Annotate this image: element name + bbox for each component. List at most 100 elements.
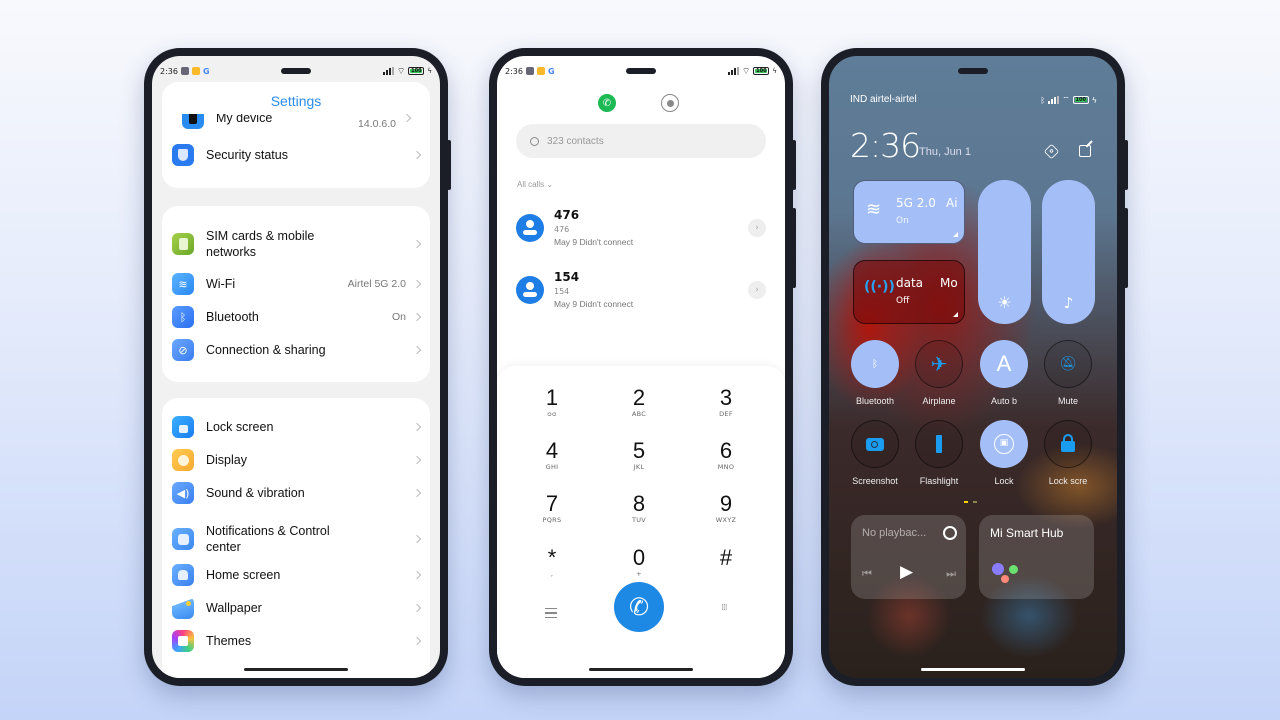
battery-icon: 100 xyxy=(408,67,425,75)
toggle-screenshot[interactable] xyxy=(851,420,899,468)
wifi-tile[interactable]: ≋ 5G 2.0 Ai On xyxy=(853,180,965,244)
settings-item-sound-vibration[interactable]: ◀) Sound & vibration xyxy=(172,482,422,504)
settings-item-bluetooth[interactable]: ᛒ Bluetooth On xyxy=(172,306,422,328)
bluetooth-icon: ᛒ xyxy=(872,358,878,370)
call-detail: May 9 Didn't connect xyxy=(554,299,634,309)
dialpad-key[interactable]: 4 GHI xyxy=(522,439,582,472)
dialpad-icon: ⁞⁞⁞ xyxy=(721,603,728,613)
settings-gear-button[interactable] xyxy=(1043,143,1060,160)
sun-icon xyxy=(172,449,194,471)
wifi-status-icon: ⌔ xyxy=(396,66,406,77)
wifi-value: Airtel 5G 2.0 xyxy=(347,278,406,290)
dialpad-key[interactable]: 2 ABC xyxy=(609,386,669,419)
home-icon xyxy=(172,564,194,586)
call-log-item[interactable]: 476 476 May 9 Didn't connect › xyxy=(516,208,766,258)
toggle-rotation-lock[interactable]: ▣ xyxy=(980,420,1028,468)
toggle-lock-screen[interactable] xyxy=(1044,420,1092,468)
call-details-button[interactable]: › xyxy=(748,219,766,237)
settings-item-sim-cards[interactable]: SIM cards & mobile networks xyxy=(172,228,422,260)
tab-contacts[interactable] xyxy=(661,94,679,112)
dialpad-key[interactable]: 9 WXYZ xyxy=(696,491,756,525)
dialpad-key[interactable]: 0 + xyxy=(609,546,669,579)
dialpad-key[interactable]: # xyxy=(696,546,756,570)
search-placeholder: 323 contacts xyxy=(547,135,604,147)
dialpad-key[interactable]: 1 ᴑᴑ xyxy=(522,385,582,419)
settings-item-wifi[interactable]: ≋ Wi-Fi Airtel 5G 2.0 xyxy=(172,273,422,295)
key-letters: MNO xyxy=(717,463,735,471)
dialpad-key[interactable]: *, xyxy=(522,546,582,579)
signal-icon xyxy=(382,67,394,75)
media-player-card[interactable]: No playbac... ⏮︎ ▶ ⏭︎ xyxy=(851,515,966,599)
avatar xyxy=(516,276,544,304)
cast-icon[interactable] xyxy=(943,526,957,540)
brightness-slider[interactable]: ☀ xyxy=(978,180,1031,324)
previous-track-button[interactable]: ⏮︎ xyxy=(862,567,872,581)
call-filter-dropdown[interactable]: All calls ⌄ xyxy=(517,180,553,189)
mobile-data-tile[interactable]: ((·)) data Mo Off xyxy=(853,260,965,324)
rotation-lock-icon: ▣ xyxy=(994,434,1014,454)
call-button[interactable]: ✆ xyxy=(614,582,664,632)
play-button[interactable]: ▶ xyxy=(900,562,913,582)
phone-icon xyxy=(182,114,204,129)
call-log-item[interactable]: 154 154 May 9 Didn't connect › xyxy=(516,270,766,320)
chevron-right-icon xyxy=(412,534,422,544)
keypad-toggle-button[interactable]: ⁞⁞⁞ xyxy=(721,603,733,620)
battery-icon: 100 xyxy=(753,67,770,75)
search-input[interactable]: 323 contacts xyxy=(516,124,766,158)
key-letters: WXYZ xyxy=(715,516,737,524)
assistant-dot-icon xyxy=(992,563,1004,575)
smart-hub-card[interactable]: Mi Smart Hub xyxy=(979,515,1094,599)
google-icon: G xyxy=(202,66,210,76)
toggle-flashlight[interactable] xyxy=(915,420,963,468)
home-indicator[interactable] xyxy=(921,668,1025,671)
toggle-airplane[interactable]: ✈ xyxy=(915,340,963,388)
menu-button[interactable] xyxy=(545,608,557,618)
toggle-label: Bluetooth xyxy=(855,396,895,406)
phone-handset-icon: ✆ xyxy=(628,593,650,621)
settings-item-my-device[interactable]: My device 14.0.6.0 xyxy=(182,114,412,130)
mobile-data-status: Off xyxy=(896,296,910,306)
dialpad-key[interactable]: 7 PQRS xyxy=(522,492,582,525)
toggle-label: Flashlight xyxy=(919,476,959,486)
status-time: 2:36 xyxy=(505,66,523,76)
edit-button[interactable] xyxy=(1079,140,1093,157)
dialpad-key[interactable]: 5 JKL xyxy=(609,439,669,472)
dialpad-key[interactable]: 8 TUV xyxy=(609,492,669,525)
settings-item-notifications-control-center[interactable]: Notifications & Control center xyxy=(172,523,422,555)
battery-icon: 100 xyxy=(1072,96,1089,104)
call-details-button[interactable]: › xyxy=(748,281,766,299)
tab-recents[interactable]: ✆ xyxy=(598,94,616,112)
next-track-button[interactable]: ⏭︎ xyxy=(946,567,956,581)
volume-slider[interactable]: ♪ xyxy=(1042,180,1095,324)
dialer-screen: 2:36 G ⌔ 100 ϟ ✆ 323 contacts All calls … xyxy=(497,56,785,678)
toggle-bluetooth[interactable]: ᛒ xyxy=(851,340,899,388)
settings-item-connection-sharing[interactable]: ⊘ Connection & sharing xyxy=(172,339,422,361)
notification-icon xyxy=(172,528,194,550)
toggle-auto-brightness[interactable]: A xyxy=(980,340,1028,388)
dialpad-key[interactable]: 6 MNO xyxy=(696,439,756,472)
themes-icon xyxy=(172,630,194,652)
settings-item-security-status[interactable]: Security status xyxy=(172,144,422,166)
page-title: Settings xyxy=(270,93,322,109)
settings-item-themes[interactable]: Themes xyxy=(172,630,422,652)
key-letters: DEF xyxy=(719,410,733,418)
assistant-dot-icon xyxy=(1001,575,1009,583)
bluetooth-value: On xyxy=(391,311,406,323)
home-indicator[interactable] xyxy=(589,668,693,671)
settings-item-lock-screen[interactable]: Lock screen xyxy=(172,416,422,438)
key-digit: 1 xyxy=(545,385,559,410)
key-digit: 9 xyxy=(719,491,733,516)
settings-item-display[interactable]: Display xyxy=(172,449,422,471)
dialpad: 1 ᴑᴑ 2 ABC 3 DEF 4 GHI 5 JKL 6 MNO 7 PQRS 8 TUV 9 WXYZ *, 0… xyxy=(497,366,785,678)
dialpad-key[interactable]: 3 DEF xyxy=(696,386,756,419)
notes-notification-icon xyxy=(191,67,200,75)
gear-icon xyxy=(1049,148,1054,154)
home-indicator[interactable] xyxy=(244,668,348,671)
settings-item-home-screen[interactable]: Home screen xyxy=(172,564,422,586)
toggle-mute[interactable]: 🔕︎ xyxy=(1044,340,1092,388)
toggle-label: Airplane xyxy=(922,396,956,406)
settings-item-wallpaper[interactable]: Wallpaper xyxy=(172,597,422,619)
clock-time: 2:36 xyxy=(850,126,921,165)
chevron-right-icon xyxy=(412,455,422,465)
bluetooth-icon: ᛒ xyxy=(172,306,194,328)
